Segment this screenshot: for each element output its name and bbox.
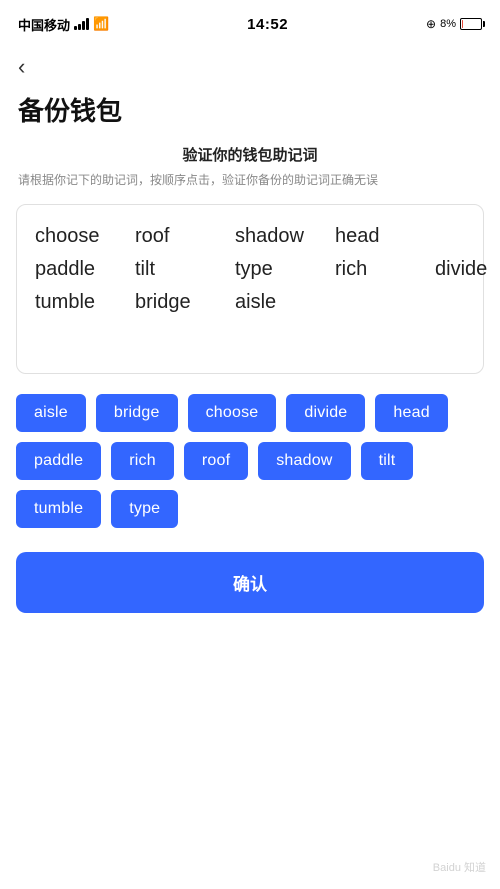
word-display-inner: chooseroofshadowhead paddletilttyperichdi… xyxy=(35,225,465,314)
word-chip[interactable]: type xyxy=(111,490,178,528)
display-word: bridge xyxy=(135,291,235,314)
word-chip[interactable]: tilt xyxy=(361,442,414,480)
word-chip[interactable]: shadow xyxy=(258,442,350,480)
display-word: aisle xyxy=(235,291,335,314)
word-chip[interactable]: roof xyxy=(184,442,248,480)
status-time: 14:52 xyxy=(247,16,288,33)
display-word: shadow xyxy=(235,225,335,248)
signal-icon xyxy=(74,18,89,30)
status-right: ⊕ 8% xyxy=(426,17,482,31)
word-display-box: chooseroofshadowhead paddletilttyperichdi… xyxy=(16,204,484,374)
confirm-btn-wrapper: 确认 xyxy=(0,552,500,643)
display-word: paddle xyxy=(35,258,135,281)
word-chip[interactable]: bridge xyxy=(96,394,178,432)
battery-icon xyxy=(460,18,482,30)
word-chip[interactable]: choose xyxy=(188,394,277,432)
display-word-row: tumblebridgeaisle xyxy=(35,291,465,314)
back-arrow-icon: ‹ xyxy=(18,54,25,79)
display-word: head xyxy=(335,225,435,248)
verify-desc: 请根据你记下的助记词，按顺序点击，验证你备份的助记词正确无误 xyxy=(0,171,500,190)
status-left: 中国移动 📶 xyxy=(18,15,109,34)
status-bar: 中国移动 📶 14:52 ⊕ 8% xyxy=(0,0,500,44)
watermark: Baidu 知道 xyxy=(433,859,486,875)
chips-area: aisle bridge choosedivide head paddle richroo… xyxy=(0,394,500,528)
page-title: 备份钱包 xyxy=(0,83,500,144)
display-word: rich xyxy=(335,258,435,281)
verify-heading: 验证你的钱包助记词 xyxy=(0,144,500,165)
display-word: tumble xyxy=(35,291,135,314)
word-chip[interactable]: paddle xyxy=(16,442,101,480)
word-chip[interactable]: rich xyxy=(111,442,174,480)
word-chip[interactable]: aisle xyxy=(16,394,86,432)
display-word: type xyxy=(235,258,335,281)
word-chip[interactable]: tumble xyxy=(16,490,101,528)
battery-percent: 8% xyxy=(440,18,456,30)
wifi-icon: 📶 xyxy=(93,16,109,32)
back-button[interactable]: ‹ xyxy=(0,44,500,83)
word-chip[interactable]: head xyxy=(375,394,447,432)
display-word: tilt xyxy=(135,258,235,281)
display-word: divide xyxy=(435,258,500,281)
display-word-row: chooseroofshadowhead xyxy=(35,225,465,248)
carrier-label: 中国移动 xyxy=(18,15,70,34)
display-word-row: paddletilttyperichdivide xyxy=(35,258,465,281)
display-word: choose xyxy=(35,225,135,248)
word-chip[interactable]: divide xyxy=(286,394,365,432)
display-word: roof xyxy=(135,225,235,248)
confirm-button[interactable]: 确认 xyxy=(16,552,484,613)
satellite-icon: ⊕ xyxy=(426,17,436,31)
